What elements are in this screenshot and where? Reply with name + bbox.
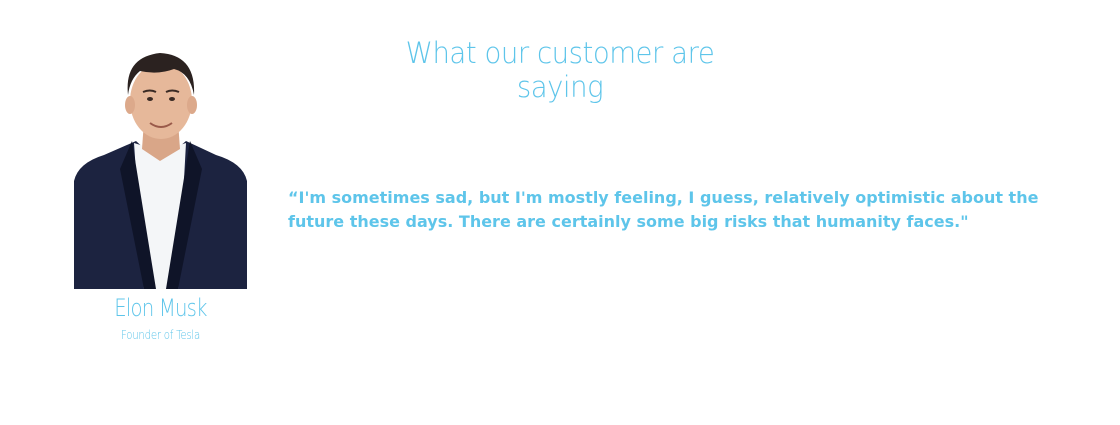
testimonial-quote: “I'm sometimes sad, but I'm mostly feeli…	[288, 188, 1039, 231]
person-role: Founder of Tesla	[120, 328, 201, 342]
testimonials-section: What our customer are saying Elon Musk F…	[0, 0, 1120, 425]
person-portrait	[74, 51, 247, 289]
testimonial-profile: Elon Musk Founder of Tesla	[74, 51, 247, 342]
section-title: What our customer are saying	[405, 36, 715, 104]
person-name: Elon Musk	[114, 294, 207, 322]
